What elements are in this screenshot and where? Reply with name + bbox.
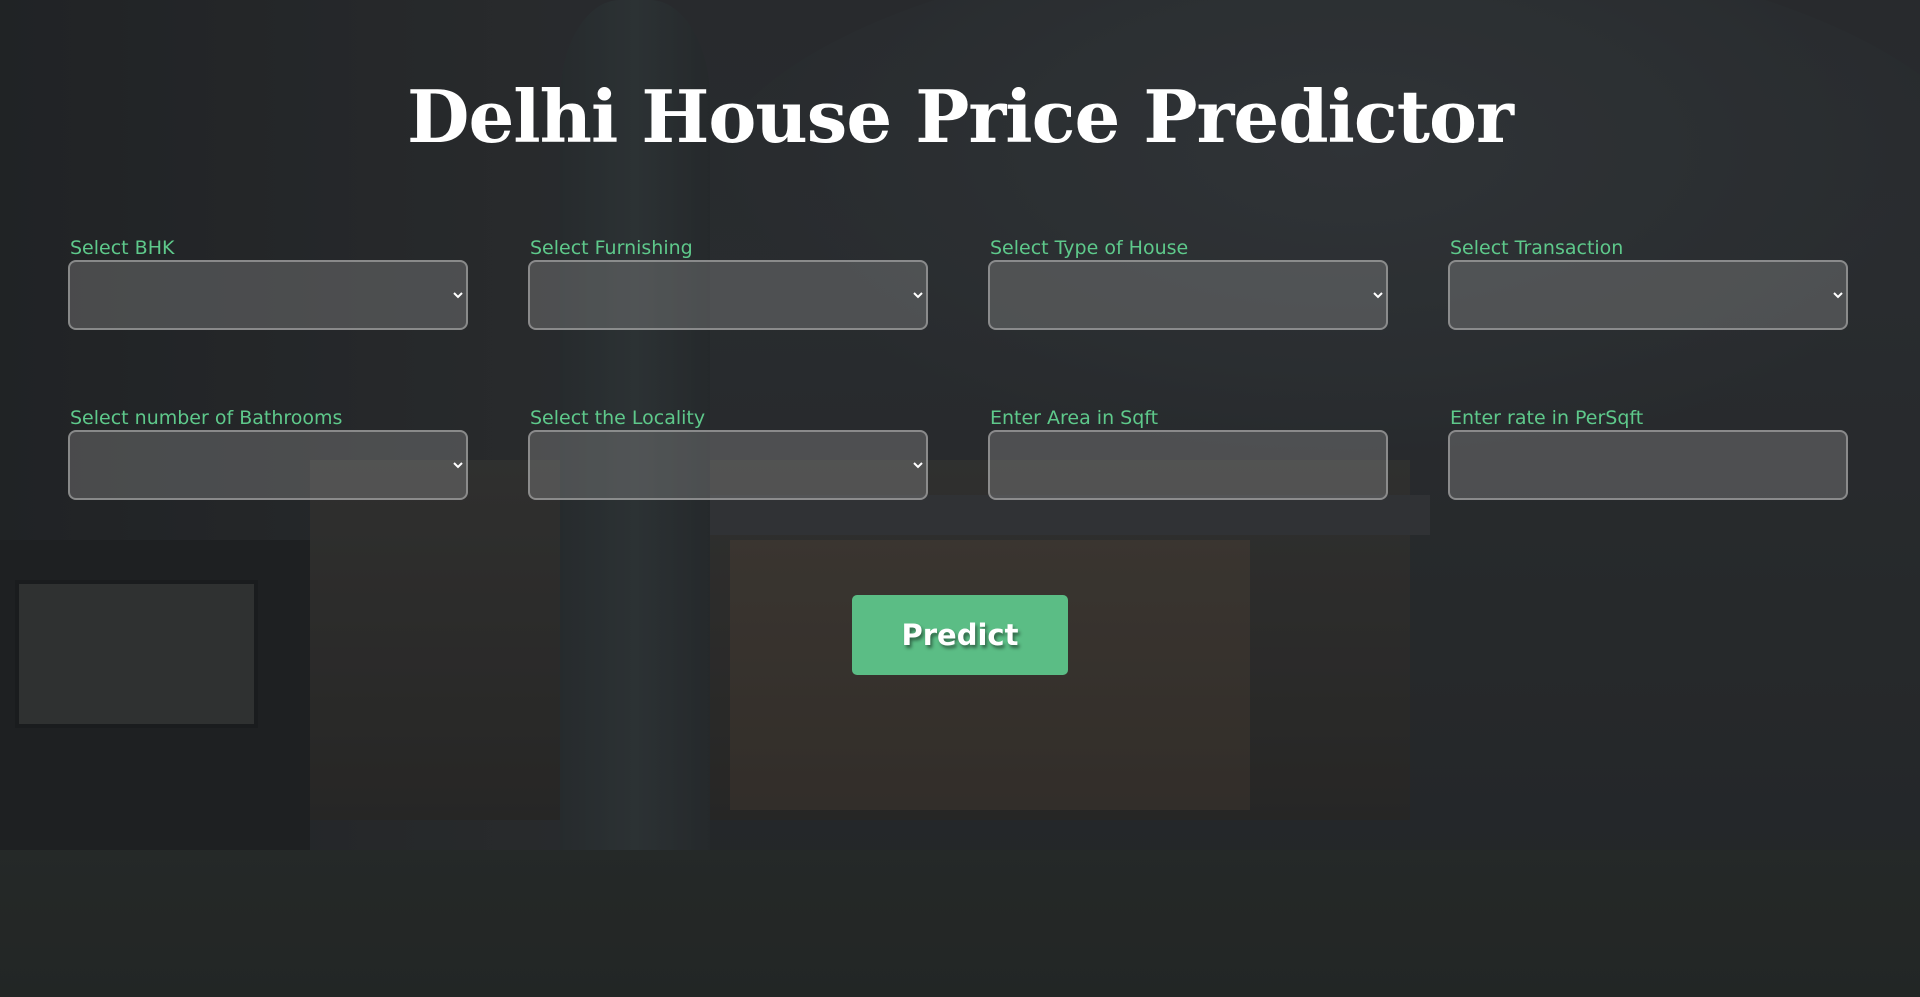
rate-label: Enter rate in PerSqft [1450,407,1644,429]
area-label: Enter Area in Sqft [990,407,1159,429]
house-type-label: Select Type of House [990,237,1189,259]
bathrooms-label: Select number of Bathrooms [70,407,343,429]
main-content: Delhi House Price Predictor Select BHK S… [0,0,1920,997]
field-area: Enter Area in Sqft [988,406,1392,500]
house-type-select[interactable] [988,260,1388,330]
area-input[interactable] [988,430,1388,500]
bathrooms-select[interactable] [68,430,468,500]
field-bathrooms: Select number of Bathrooms [68,406,472,500]
rate-input[interactable] [1448,430,1848,500]
field-transaction: Select Transaction [1448,236,1852,330]
furnishing-select[interactable] [528,260,928,330]
field-furnishing: Select Furnishing [528,236,932,330]
bhk-select[interactable] [68,260,468,330]
locality-select[interactable] [528,430,928,500]
furnishing-label: Select Furnishing [530,237,693,259]
field-rate: Enter rate in PerSqft [1448,406,1852,500]
predict-button[interactable]: Predict [852,595,1068,675]
page-title: Delhi House Price Predictor [407,74,1514,159]
locality-label: Select the Locality [530,407,706,429]
field-bhk: Select BHK [68,236,472,330]
field-house-type: Select Type of House [988,236,1392,330]
field-locality: Select the Locality [528,406,932,500]
bhk-label: Select BHK [70,237,175,259]
transaction-label: Select Transaction [1450,237,1624,259]
transaction-select[interactable] [1448,260,1848,330]
